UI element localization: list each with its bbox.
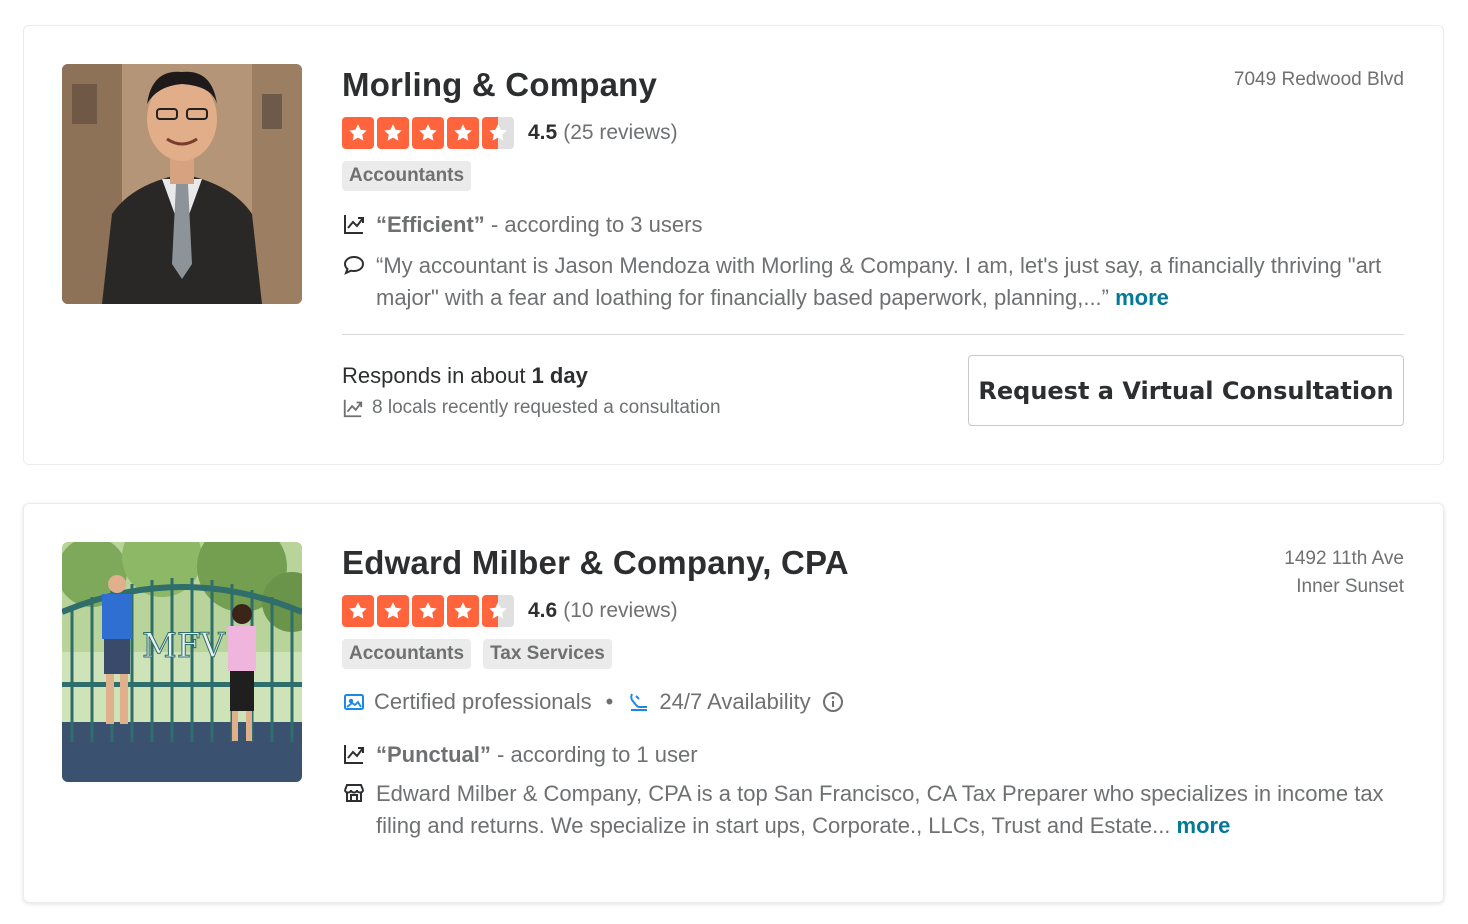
info-icon[interactable] bbox=[821, 690, 845, 714]
highlight-quote: “Efficient” bbox=[376, 212, 485, 237]
business-name[interactable]: Edward Milber & Company, CPA bbox=[342, 544, 849, 582]
rating-row: 4.6 (10 reviews) bbox=[342, 595, 678, 627]
storefront-icon bbox=[344, 784, 364, 802]
search-result-card: Morling & Company 7049 Redwood Blvd 4.5 … bbox=[23, 25, 1444, 465]
review-snippet: “My accountant is Jason Mendoza with Mor… bbox=[342, 250, 1404, 314]
review-count[interactable]: (10 reviews) bbox=[563, 599, 677, 623]
trending-icon bbox=[344, 745, 364, 764]
trending-icon bbox=[343, 399, 363, 418]
snippet-body: Edward Milber & Company, CPA is a top Sa… bbox=[376, 781, 1384, 838]
highlight-line: “Punctual” - according to 1 user bbox=[342, 739, 1404, 771]
star-icon bbox=[377, 117, 409, 149]
more-link[interactable]: more bbox=[1115, 285, 1169, 310]
star-icon bbox=[447, 595, 479, 627]
category-tag[interactable]: Tax Services bbox=[483, 639, 612, 669]
star-icon bbox=[342, 117, 374, 149]
speech-bubble-icon bbox=[343, 255, 365, 275]
category-tag[interactable]: Accountants bbox=[342, 639, 472, 669]
divider bbox=[342, 334, 1404, 335]
highlight-suffix: - according to 3 users bbox=[484, 212, 703, 237]
rating-value: 4.5 bbox=[528, 121, 558, 144]
star-icon bbox=[412, 595, 444, 627]
snippet-body: “My accountant is Jason Mendoza with Mor… bbox=[376, 253, 1382, 310]
snippet-text: “My accountant is Jason Mendoza with Mor… bbox=[376, 250, 1404, 314]
locals-requested: 8 locals recently requested a consultati… bbox=[342, 397, 721, 419]
half-star-icon bbox=[482, 595, 514, 627]
star-icon bbox=[342, 595, 374, 627]
svg-text:MFV: MFV bbox=[142, 626, 226, 666]
star-icon bbox=[412, 117, 444, 149]
highlight-quote: “Punctual” bbox=[376, 742, 491, 767]
business-photo[interactable] bbox=[62, 64, 302, 304]
rating-row: 4.5 (25 reviews) bbox=[342, 117, 678, 149]
address-neighborhood: Inner Sunset bbox=[1296, 576, 1404, 597]
more-link[interactable]: more bbox=[1177, 813, 1231, 838]
review-count[interactable]: (25 reviews) bbox=[563, 121, 677, 145]
rating-value: 4.6 bbox=[528, 599, 558, 622]
feature-certified: Certified professionals bbox=[374, 689, 592, 714]
star-icon bbox=[447, 117, 479, 149]
highlight-text: “Efficient” - according to 3 users bbox=[376, 209, 702, 241]
responds-time: 1 day bbox=[531, 363, 588, 388]
star-icon bbox=[377, 595, 409, 627]
business-description: Edward Milber & Company, CPA is a top Sa… bbox=[342, 778, 1404, 842]
highlight-suffix: - according to 1 user bbox=[490, 742, 698, 767]
star-rating bbox=[342, 595, 514, 627]
business-address: 7049 Redwood Blvd bbox=[1234, 66, 1404, 94]
address-line: 7049 Redwood Blvd bbox=[1233, 69, 1404, 90]
highlight-line: “Efficient” - according to 3 users bbox=[342, 209, 1404, 241]
request-consultation-button[interactable]: Request a Virtual Consultation bbox=[968, 355, 1404, 426]
search-result-card: MFV Edward Milber & Company, CPA 1492 11… bbox=[23, 503, 1444, 903]
business-address: 1492 11th Ave Inner Sunset bbox=[1284, 545, 1404, 601]
business-photo-image: MFV bbox=[62, 542, 302, 782]
responds-prefix: Responds in about bbox=[342, 363, 532, 388]
snippet-text: Edward Milber & Company, CPA is a top Sa… bbox=[376, 778, 1404, 842]
support-icon bbox=[630, 693, 648, 711]
half-star-icon bbox=[482, 117, 514, 149]
certificate-icon bbox=[344, 694, 364, 710]
response-time: Responds in about 1 day bbox=[342, 363, 588, 389]
category-tag[interactable]: Accountants bbox=[342, 161, 472, 191]
category-tags: Accountants Tax Services bbox=[342, 639, 612, 669]
trending-icon bbox=[344, 215, 364, 234]
business-features: Certified professionals • 24/7 Availabil… bbox=[342, 689, 845, 715]
feature-availability: 24/7 Availability bbox=[659, 689, 811, 714]
business-photo[interactable]: MFV bbox=[62, 542, 302, 782]
business-photo-image bbox=[62, 64, 302, 304]
highlight-text: “Punctual” - according to 1 user bbox=[376, 739, 698, 771]
address-line: 1492 11th Ave bbox=[1284, 548, 1404, 569]
business-name[interactable]: Morling & Company bbox=[342, 66, 657, 104]
locals-text: 8 locals recently requested a consultati… bbox=[372, 397, 721, 418]
category-tags: Accountants bbox=[342, 161, 472, 191]
star-rating bbox=[342, 117, 514, 149]
feature-separator: • bbox=[605, 689, 614, 714]
